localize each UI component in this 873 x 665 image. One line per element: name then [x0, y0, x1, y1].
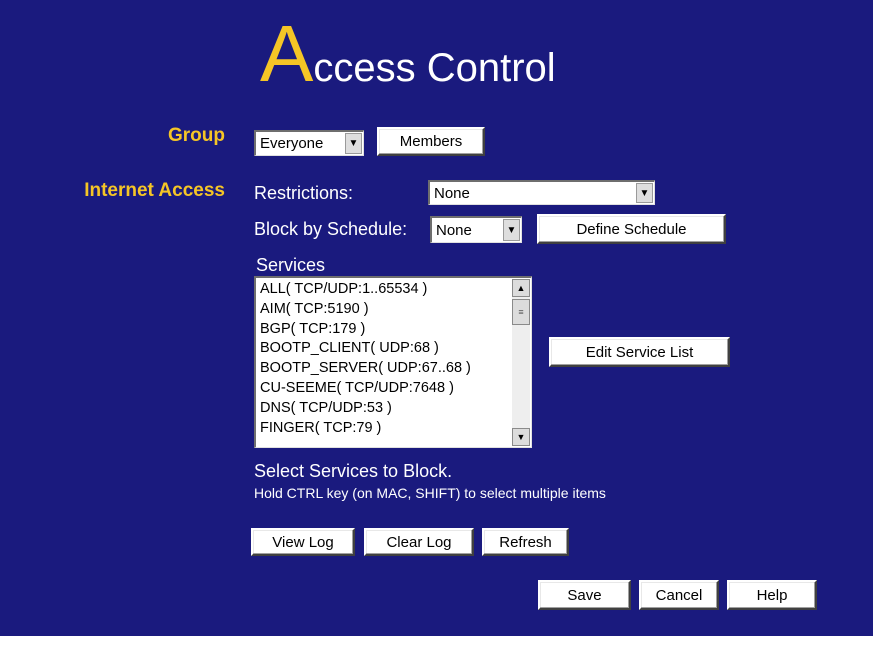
- group-select[interactable]: Everyone ▼: [254, 130, 364, 156]
- access-control-panel: Access Control Group Everyone ▼ Members …: [0, 0, 873, 636]
- clear-log-button[interactable]: Clear Log: [364, 528, 474, 556]
- refresh-button[interactable]: Refresh: [482, 528, 569, 556]
- members-button[interactable]: Members: [377, 127, 485, 156]
- chevron-down-icon[interactable]: ▼: [636, 183, 653, 203]
- restrictions-label: Restrictions:: [254, 183, 354, 203]
- schedule-select-value: None: [436, 221, 472, 239]
- service-option[interactable]: CU-SEEME( TCP/UDP:7648 ): [260, 379, 512, 399]
- service-option[interactable]: FINGER( TCP:79 ): [260, 419, 512, 439]
- schedule-select[interactable]: None ▼: [430, 216, 522, 243]
- services-listbox[interactable]: ALL( TCP/UDP:1..65534 ) AIM( TCP:5190 ) BG…: [254, 276, 532, 448]
- group-select-value: Everyone: [260, 135, 324, 152]
- service-option[interactable]: AIM( TCP:5190 ): [260, 300, 512, 320]
- service-list: ALL( TCP/UDP:1..65534 ) AIM( TCP:5190 ) BG…: [260, 280, 512, 438]
- block-by-schedule-label: Block by Schedule:: [254, 219, 408, 239]
- service-option[interactable]: DNS( TCP/UDP:53 ): [260, 399, 512, 419]
- edit-service-list-button[interactable]: Edit Service List: [549, 337, 730, 367]
- select-services-instruction: Select Services to Block.: [254, 461, 453, 481]
- chevron-down-icon[interactable]: ▼: [345, 133, 362, 154]
- define-schedule-button[interactable]: Define Schedule: [537, 214, 726, 244]
- internet-access-label: Internet Access: [84, 180, 225, 201]
- service-option[interactable]: BOOTP_SERVER( UDP:67..68 ): [260, 359, 512, 379]
- service-option[interactable]: BOOTP_CLIENT( UDP:68 ): [260, 339, 512, 359]
- multi-select-hint: Hold CTRL key (on MAC, SHIFT) to select …: [254, 485, 606, 501]
- view-log-button[interactable]: View Log: [251, 528, 355, 556]
- scroll-down-icon[interactable]: ▼: [512, 428, 530, 446]
- group-label: Group: [168, 125, 225, 146]
- scroll-thumb[interactable]: ≡: [512, 299, 530, 325]
- title-initial: A: [260, 9, 314, 98]
- restrictions-select-value: None: [434, 184, 470, 202]
- service-option[interactable]: ALL( TCP/UDP:1..65534 ): [260, 280, 512, 300]
- cancel-button[interactable]: Cancel: [639, 580, 719, 610]
- save-button[interactable]: Save: [538, 580, 631, 610]
- services-scrollbar[interactable]: ▲ ≡ ▼: [512, 279, 530, 446]
- help-button[interactable]: Help: [727, 580, 817, 610]
- restrictions-select[interactable]: None ▼: [428, 180, 655, 205]
- page-title: Access Control: [260, 14, 556, 94]
- services-label: Services: [256, 255, 326, 275]
- title-rest: ccess Control: [313, 46, 556, 90]
- service-option[interactable]: BGP( TCP:179 ): [260, 320, 512, 340]
- scroll-up-icon[interactable]: ▲: [512, 279, 530, 297]
- chevron-down-icon[interactable]: ▼: [503, 219, 520, 241]
